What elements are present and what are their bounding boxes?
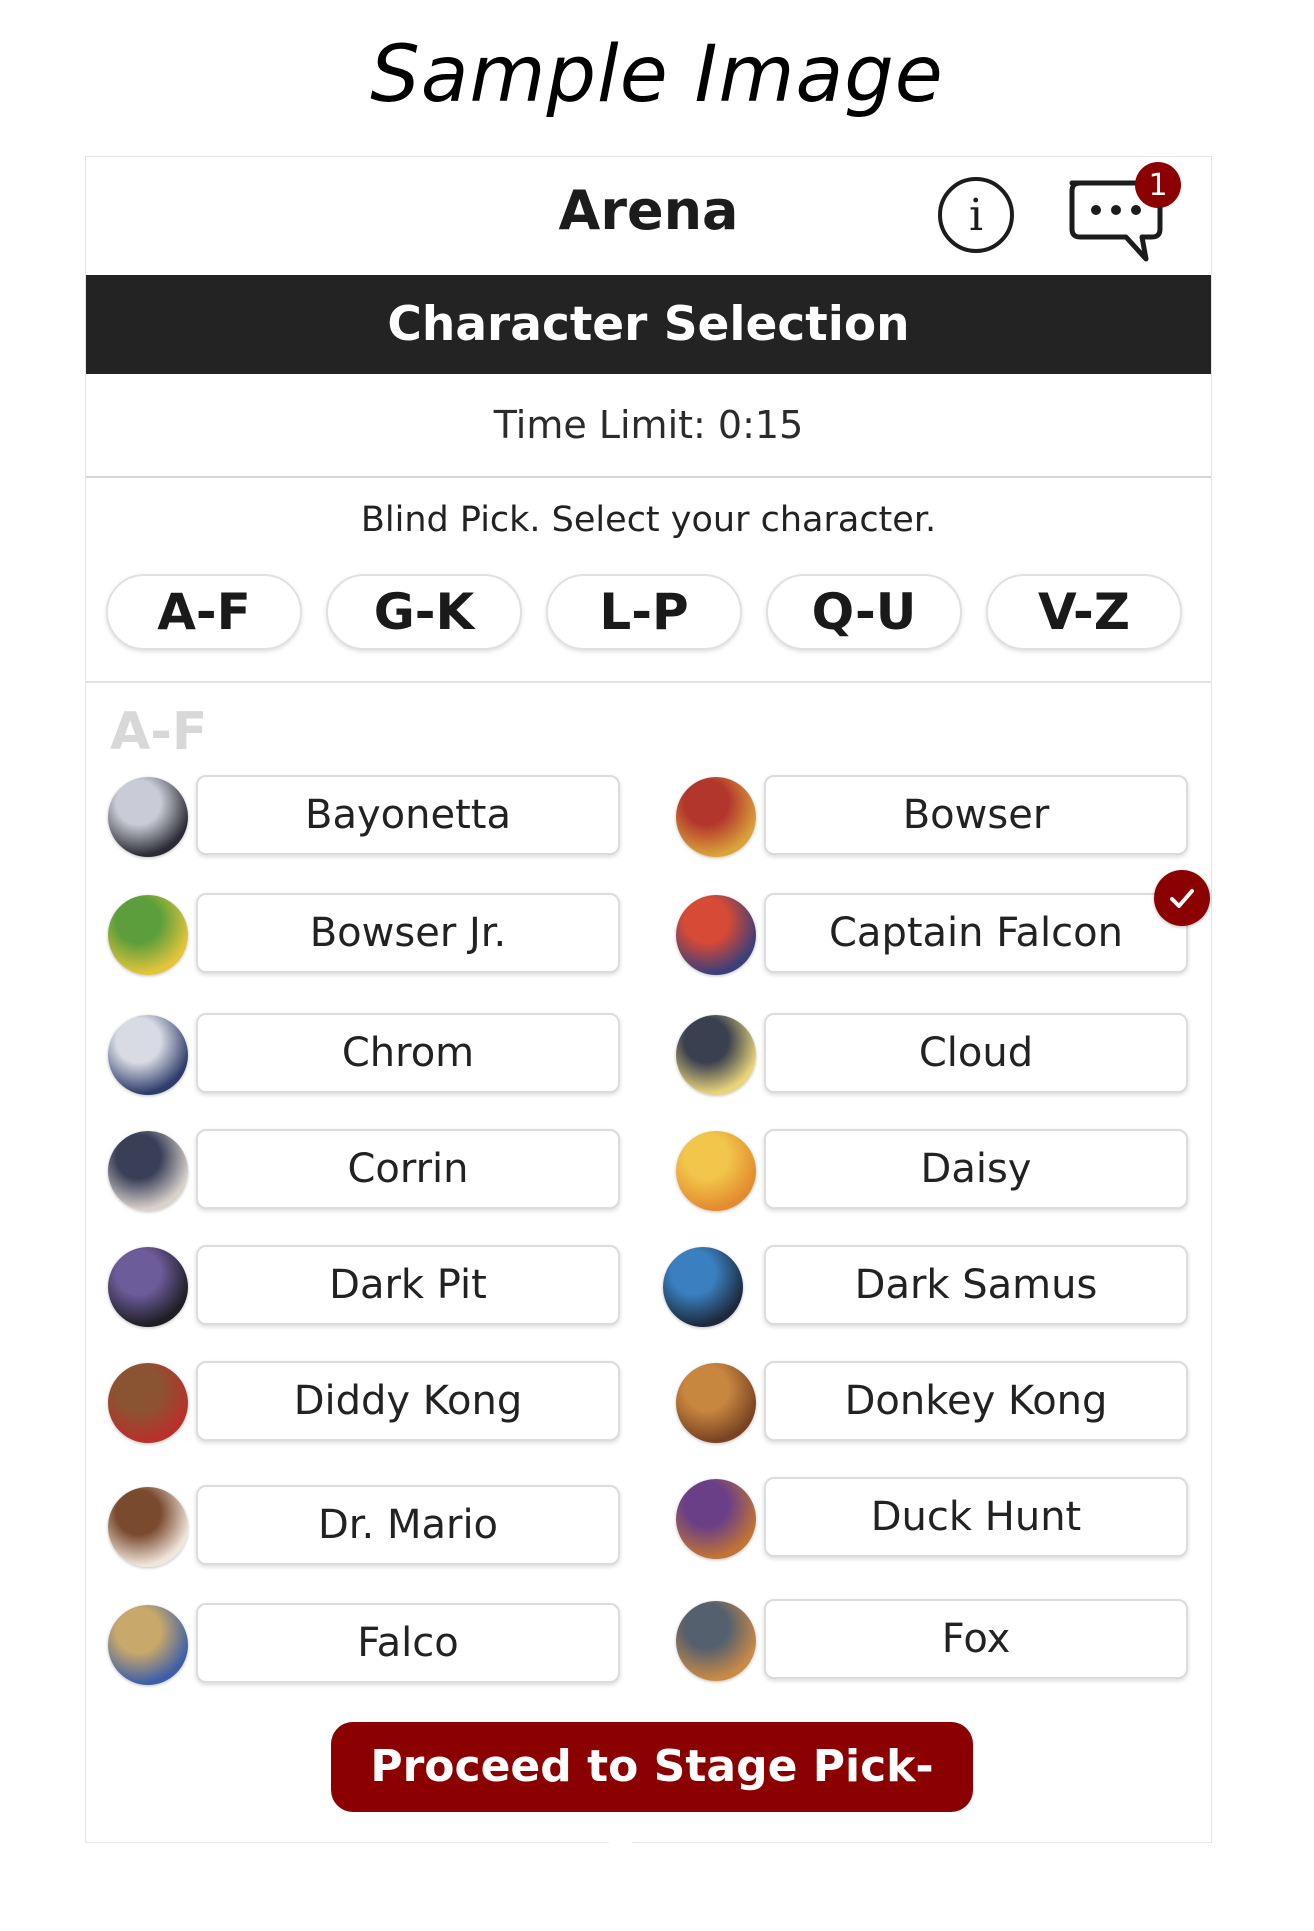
character-portrait <box>676 1479 756 1559</box>
character-button-falco[interactable]: Falco <box>196 1603 620 1683</box>
panel-header: Arena i 1 <box>86 157 1211 275</box>
tab-g-k[interactable]: G-K <box>326 574 522 650</box>
character-button-diddy-kong[interactable]: Diddy Kong <box>196 1361 620 1441</box>
character-portrait <box>676 895 756 975</box>
character-portrait <box>676 1601 756 1681</box>
character-button-chrom[interactable]: Chrom <box>196 1013 620 1093</box>
character-portrait <box>676 777 756 857</box>
character-button-donkey-kong[interactable]: Donkey Kong <box>764 1361 1188 1441</box>
info-icon: i <box>968 189 984 241</box>
notification-badge: 1 <box>1135 162 1181 208</box>
checkmark-icon <box>1170 889 1194 908</box>
character-button-duck-hunt[interactable]: Duck Hunt <box>764 1477 1188 1557</box>
character-portrait <box>108 1363 188 1443</box>
tab-q-u[interactable]: Q-U <box>766 574 962 650</box>
character-portrait <box>108 1015 188 1095</box>
tab-a-f[interactable]: A-F <box>106 574 302 650</box>
sample-image-watermark: Sample Image <box>370 30 944 120</box>
character-button-bowser[interactable]: Bowser <box>764 775 1188 855</box>
character-button-dark-pit[interactable]: Dark Pit <box>196 1245 620 1325</box>
group-label: A-F <box>110 702 208 762</box>
tab-l-p[interactable]: L-P <box>546 574 742 650</box>
character-button-captain-falcon[interactable]: Captain Falcon <box>764 893 1188 973</box>
instruction-text: Blind Pick. Select your character. <box>360 500 937 540</box>
character-portrait <box>108 1131 188 1211</box>
character-portrait <box>676 1363 756 1443</box>
character-portrait <box>108 1605 188 1685</box>
character-button-dr-mario[interactable]: Dr. Mario <box>196 1485 620 1565</box>
character-portrait <box>108 895 188 975</box>
character-button-dark-samus[interactable]: Dark Samus <box>764 1245 1188 1325</box>
character-button-cloud[interactable]: Cloud <box>764 1013 1188 1093</box>
character-button-bayonetta[interactable]: Bayonetta <box>196 775 620 855</box>
tab-v-z[interactable]: V-Z <box>986 574 1182 650</box>
character-portrait <box>108 1487 188 1567</box>
divider <box>86 681 1211 683</box>
character-button-daisy[interactable]: Daisy <box>764 1129 1188 1209</box>
page-title: Arena <box>558 179 739 242</box>
proceed-button[interactable]: Proceed to Stage Pick-Ban <box>331 1722 973 1882</box>
arena-panel: Arena i 1 Character Selection Time Limit… <box>85 156 1212 1882</box>
character-portrait <box>108 1247 188 1327</box>
time-limit: Time Limit: 0:15 <box>86 374 1211 478</box>
character-button-corrin[interactable]: Corrin <box>196 1129 620 1209</box>
selected-badge <box>1154 870 1210 926</box>
character-portrait <box>663 1247 743 1327</box>
letter-filter-tabs: A-F G-K L-P Q-U V-Z <box>106 574 1186 652</box>
character-button-bowser-jr[interactable]: Bowser Jr. <box>196 893 620 973</box>
character-portrait <box>676 1015 756 1095</box>
section-title-bar: Character Selection <box>86 275 1211 374</box>
character-portrait <box>676 1131 756 1211</box>
character-button-fox[interactable]: Fox <box>764 1599 1188 1679</box>
character-portrait <box>108 777 188 857</box>
info-button[interactable]: i <box>938 177 1014 253</box>
